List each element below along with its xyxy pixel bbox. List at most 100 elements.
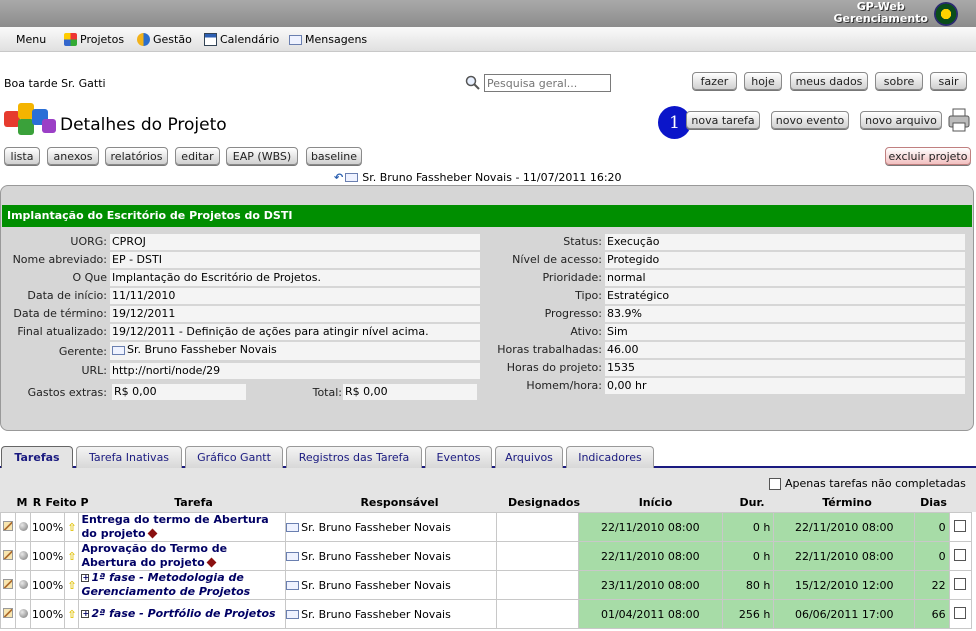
task-end: 15/12/2010 12:00 [773,570,916,600]
col-m[interactable]: M [15,496,29,509]
table-row[interactable]: 100% ⇧ +2ª fase - Portfólio de Projetos … [0,599,973,629]
row-checkbox[interactable] [954,548,967,561]
tab-grafico-gantt[interactable]: Gráfico Gantt [185,446,283,468]
field-label: Ativo: [570,325,602,338]
envelope-icon[interactable] [286,581,300,590]
envelope-icon[interactable] [345,173,359,182]
calendar-icon [204,33,217,46]
milestone-icon [206,557,217,568]
menu-item-mensagens[interactable]: Mensagens [289,33,367,46]
status-dot-icon [18,550,28,560]
field-value: CPROJ [110,234,480,250]
seal-icon [934,2,958,26]
task-name[interactable]: 2ª fase - Portfólio de Projetos [91,607,275,620]
hoje-button[interactable]: hoje [744,72,782,90]
edit-icon[interactable] [3,607,14,618]
menu-main[interactable]: Menu [16,33,46,46]
col-responsavel[interactable]: Responsável [296,496,503,509]
priority-arrow-icon: ⇧ [67,607,77,621]
col-inicio[interactable]: Início [585,496,726,509]
tab-tarefas[interactable]: Tarefas [1,446,73,468]
task-days: 0 [914,512,950,542]
table-row[interactable]: 100% ⇧ Entrega do termo de Abertura do p… [0,512,973,542]
row-checkbox[interactable] [954,606,967,619]
field-label: Final atualizado: [17,325,107,338]
envelope-icon[interactable] [286,552,300,561]
printer-icon[interactable] [948,108,970,132]
row-checkbox[interactable] [954,577,967,590]
eap-wbs-button[interactable]: EAP (WBS) [226,147,298,165]
tab-tarefa-inativas[interactable]: Tarefa Inativas [76,446,182,468]
envelope-icon[interactable] [286,523,300,532]
only-incomplete-checkbox[interactable] [769,478,781,490]
task-owner[interactable]: Sr. Bruno Fassheber Novais [301,608,451,621]
search-input[interactable] [484,74,611,92]
lista-button[interactable]: lista [4,147,40,165]
task-name[interactable]: 1ª fase - Metodologia de Gerenciamento d… [81,571,250,598]
field-value: 11/11/2010 [110,288,480,304]
tab-eventos[interactable]: Eventos [425,446,492,468]
envelope-icon[interactable] [112,345,125,355]
col-feito[interactable]: Feito [45,496,77,509]
task-end: 22/11/2010 08:00 [773,512,916,542]
task-done: 100% [30,541,66,571]
menu-item-gestao[interactable]: Gestão [137,33,192,46]
field-label: Horas trabalhadas: [497,343,602,356]
table-row[interactable]: 100% ⇧ Aprovação do Termo de Abertura do… [0,541,973,571]
nova-tarefa-button[interactable]: nova tarefa [686,111,760,129]
field-label: Status: [563,235,602,248]
baseline-button[interactable]: baseline [306,147,362,165]
field-label: Horas do projeto: [506,361,602,374]
edit-icon[interactable] [3,520,14,531]
anexos-button[interactable]: anexos [47,147,99,165]
task-end: 22/11/2010 08:00 [773,541,916,571]
task-owner[interactable]: Sr. Bruno Fassheber Novais [301,550,451,563]
novo-evento-button[interactable]: novo evento [771,111,849,129]
sobre-button[interactable]: sobre [875,72,923,90]
novo-arquivo-button[interactable]: novo arquivo [860,111,942,129]
task-start: 01/04/2011 08:00 [577,599,723,629]
col-designados[interactable]: Designados [504,496,584,509]
row-checkbox[interactable] [954,519,967,532]
table-row[interactable]: 100% ⇧ +1ª fase - Metodologia de Gerenci… [0,570,973,600]
task-name[interactable]: Aprovação do Termo de Abertura do projet… [81,542,227,569]
col-dias[interactable]: Dias [917,496,950,509]
edit-icon[interactable] [3,549,14,560]
task-owner[interactable]: Sr. Bruno Fassheber Novais [301,521,451,534]
menu-item-calendario[interactable]: Calendário [204,33,279,46]
puzzle-icon [64,33,77,46]
col-tarefa[interactable]: Tarefa [92,496,295,509]
field-value: Implantação do Escritório de Projetos. [110,270,480,286]
expand-icon[interactable]: + [81,610,90,618]
expand-icon[interactable]: + [81,574,90,582]
page-title: Detalhes do Projeto [60,115,227,135]
field-label: Data de início: [27,289,107,302]
col-p[interactable]: P [78,496,91,509]
col-dur[interactable]: Dur. [727,496,777,509]
tab-registros[interactable]: Registros das Tarefa [286,446,422,468]
col-termino[interactable]: Término [778,496,916,509]
field-value: 1535 [605,360,965,376]
brand-logo: GP-Web Gerenciamento [833,0,929,25]
task-name[interactable]: Entrega do termo de Abertura do projeto [81,513,268,540]
tab-arquivos[interactable]: Arquivos [495,446,563,468]
fazer-button[interactable]: fazer [692,72,737,90]
manager-field: Sr. Bruno Fassheber Novais [110,342,480,360]
tab-indicadores[interactable]: Indicadores [566,446,654,468]
url-field[interactable]: http://norti/node/29 [110,363,480,379]
excluir-projeto-button[interactable]: excluir projeto [885,147,971,165]
total-label: Total: [312,386,342,399]
sair-button[interactable]: sair [930,72,967,90]
menu-item-projetos[interactable]: Projetos [64,33,124,46]
envelope-icon[interactable] [286,610,300,619]
field-label: Gerente: [58,345,107,358]
undo-icon[interactable]: ↶ [334,171,343,184]
task-owner[interactable]: Sr. Bruno Fassheber Novais [301,579,451,592]
col-r[interactable]: R [30,496,44,509]
relatorios-button[interactable]: relatórios [105,147,168,165]
edit-icon[interactable] [3,578,14,589]
task-duration: 0 h [721,541,775,571]
meus-dados-button[interactable]: meus dados [790,72,868,90]
field-value: 46.00 [605,342,965,358]
editar-button[interactable]: editar [175,147,220,165]
